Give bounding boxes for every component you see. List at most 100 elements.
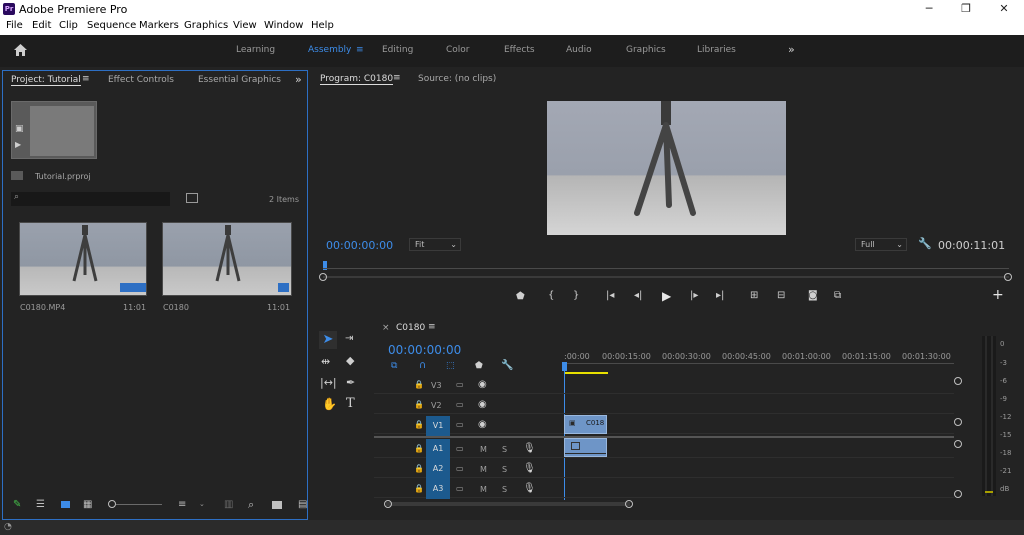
play-icon[interactable]: ▶ bbox=[15, 140, 21, 149]
find-icon[interactable]: ⌕ bbox=[248, 498, 254, 512]
lock-icon[interactable]: 🔒 bbox=[414, 464, 424, 473]
tab-source[interactable]: Source: (no clips) bbox=[418, 74, 496, 84]
timeline-timecode[interactable]: 00:00:00:00 bbox=[388, 343, 461, 357]
tab-program[interactable]: Program: C0180 bbox=[320, 74, 394, 85]
close-button[interactable]: ✕ bbox=[995, 2, 1013, 16]
linked-selection-icon[interactable]: ⬚ bbox=[446, 361, 455, 371]
mark-in-icon[interactable]: { bbox=[548, 290, 554, 301]
tab-essential-graphics[interactable]: Essential Graphics bbox=[198, 75, 281, 85]
render-status-icon[interactable]: ◔ bbox=[4, 522, 12, 532]
audio-clip[interactable] bbox=[564, 438, 607, 457]
timeline-zoom-bar[interactable] bbox=[386, 502, 630, 506]
chevron-down-icon[interactable]: ⌄ bbox=[199, 500, 205, 508]
audio-scroll-handle-bottom[interactable] bbox=[954, 490, 962, 498]
button-editor-button[interactable]: + bbox=[992, 287, 1004, 303]
minimize-button[interactable]: ─ bbox=[920, 2, 938, 16]
program-tab-menu-icon[interactable]: ≡ bbox=[393, 73, 401, 83]
workspace-graphics[interactable]: Graphics bbox=[626, 45, 666, 55]
project-tab-menu-icon[interactable]: ≡ bbox=[82, 74, 90, 84]
slip-tool-icon[interactable]: |↔| bbox=[320, 376, 337, 389]
video-scroll-handle-bottom[interactable] bbox=[954, 418, 962, 426]
menu-clip[interactable]: Clip bbox=[59, 20, 78, 31]
workspace-libraries[interactable]: Libraries bbox=[697, 45, 736, 55]
marker-icon[interactable]: ⬟ bbox=[516, 291, 525, 302]
sync-lock-icon[interactable]: ▭ bbox=[456, 400, 464, 409]
fit-dropdown[interactable]: Fit ⌄ bbox=[409, 238, 461, 251]
add-marker-icon[interactable]: ⬟ bbox=[475, 361, 483, 371]
eye-icon[interactable]: ◉ bbox=[478, 419, 487, 430]
sync-lock-icon[interactable]: ▭ bbox=[456, 380, 464, 389]
step-back-icon[interactable]: ◂| bbox=[634, 290, 642, 301]
razor-tool-icon[interactable]: ◆ bbox=[346, 354, 354, 367]
workspace-more-icon[interactable]: » bbox=[788, 43, 795, 56]
new-item-icon[interactable]: ▤ bbox=[298, 499, 307, 510]
menu-window[interactable]: Window bbox=[264, 20, 303, 31]
microphone-icon[interactable]: 🎙 bbox=[523, 463, 536, 474]
time-ruler[interactable] bbox=[323, 268, 1009, 269]
track-label-a3[interactable]: A3 bbox=[426, 479, 450, 499]
lock-icon[interactable]: 🔒 bbox=[414, 380, 424, 389]
menu-edit[interactable]: Edit bbox=[32, 20, 51, 31]
timeline-zoom-handle-right[interactable] bbox=[625, 500, 633, 508]
ripple-edit-tool-icon[interactable]: ⇹ bbox=[321, 355, 330, 368]
track-label-v3[interactable]: V3 bbox=[431, 381, 442, 390]
track-label-v2[interactable]: V2 bbox=[431, 401, 442, 410]
sequence-thumbnail[interactable] bbox=[162, 222, 292, 296]
snap-icon[interactable]: ∩ bbox=[419, 360, 426, 371]
freeform-view-icon[interactable]: ▦ bbox=[83, 499, 92, 510]
zoom-slider[interactable] bbox=[116, 504, 162, 505]
restore-button[interactable]: ❐ bbox=[957, 2, 975, 16]
workspace-assembly[interactable]: Assembly bbox=[308, 45, 351, 55]
sync-lock-icon[interactable]: ▭ bbox=[456, 464, 464, 473]
timeline-zoom-handle-left[interactable] bbox=[384, 500, 392, 508]
wrench-icon[interactable]: 🔧 bbox=[918, 237, 932, 250]
nest-icon[interactable]: ⧉ bbox=[391, 361, 397, 371]
clip-thumbnail[interactable] bbox=[19, 222, 147, 296]
program-timecode[interactable]: 00:00:00:00 bbox=[326, 239, 393, 252]
menu-help[interactable]: Help bbox=[311, 20, 334, 31]
tab-sequence[interactable]: C0180 bbox=[396, 323, 425, 333]
hand-tool-icon[interactable]: ✋ bbox=[322, 397, 337, 411]
zoom-slider-handle[interactable] bbox=[108, 500, 116, 508]
play-button[interactable]: ▶ bbox=[662, 289, 671, 303]
sync-lock-icon[interactable]: ▭ bbox=[456, 444, 464, 453]
icon-view-icon[interactable] bbox=[61, 501, 70, 508]
lift-icon[interactable]: ⊞ bbox=[750, 290, 758, 301]
lock-icon[interactable]: 🔒 bbox=[414, 400, 424, 409]
list-view-icon[interactable]: ☰ bbox=[36, 499, 45, 510]
tab-effect-controls[interactable]: Effect Controls bbox=[108, 75, 174, 85]
track-select-tool-icon[interactable]: ⇥ bbox=[345, 333, 353, 344]
video-preview[interactable] bbox=[547, 101, 786, 235]
menu-file[interactable]: File bbox=[6, 20, 23, 31]
compare-icon[interactable]: ⧉ bbox=[834, 290, 841, 301]
workspace-effects[interactable]: Effects bbox=[504, 45, 535, 55]
workspace-menu-icon[interactable]: ≡ bbox=[356, 45, 364, 55]
mute-button[interactable]: M bbox=[480, 485, 487, 494]
video-scroll-handle-top[interactable] bbox=[954, 377, 962, 385]
microphone-icon[interactable]: 🎙 bbox=[523, 443, 536, 454]
time-ruler[interactable] bbox=[564, 363, 954, 364]
lock-icon[interactable]: 🔒 bbox=[414, 484, 424, 493]
video-clip[interactable]: ▣ C018 bbox=[564, 415, 607, 434]
zoom-handle-right[interactable] bbox=[1004, 273, 1012, 281]
menu-markers[interactable]: Markers bbox=[139, 20, 179, 31]
extract-icon[interactable]: ⊟ bbox=[777, 290, 785, 301]
playhead[interactable] bbox=[562, 362, 567, 371]
automate-to-sequence-icon[interactable]: ▥ bbox=[224, 499, 233, 510]
solo-button[interactable]: S bbox=[502, 465, 507, 474]
sequence-tab-menu-icon[interactable]: ≡ bbox=[428, 322, 436, 332]
sync-lock-icon[interactable]: ▭ bbox=[456, 420, 464, 429]
close-sequence-icon[interactable]: × bbox=[382, 323, 390, 333]
workspace-audio[interactable]: Audio bbox=[566, 45, 592, 55]
panel-more-icon[interactable]: » bbox=[295, 73, 302, 86]
workspace-color[interactable]: Color bbox=[446, 45, 470, 55]
menu-graphics[interactable]: Graphics bbox=[184, 20, 228, 31]
menu-sequence[interactable]: Sequence bbox=[87, 20, 136, 31]
workspace-learning[interactable]: Learning bbox=[236, 45, 275, 55]
eye-icon[interactable]: ◉ bbox=[478, 399, 487, 410]
audio-scroll-handle-top[interactable] bbox=[954, 440, 962, 448]
timeline-settings-icon[interactable]: 🔧 bbox=[501, 360, 513, 371]
export-frame-icon[interactable]: ◙ bbox=[808, 290, 818, 301]
new-bin-icon[interactable] bbox=[272, 501, 282, 509]
pen-tool-icon[interactable]: ✒ bbox=[346, 376, 355, 389]
